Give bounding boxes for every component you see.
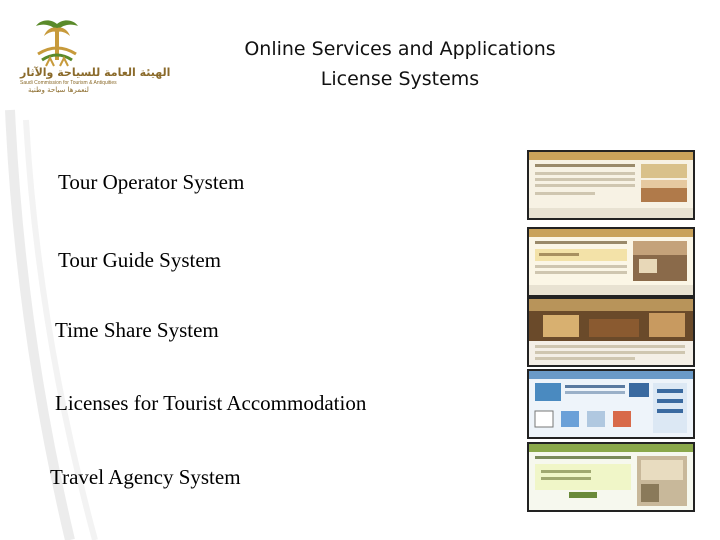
- system-label-time-share: Time Share System: [55, 318, 219, 342]
- palm-emblem-icon: [36, 20, 78, 67]
- slide-title: Online Services and Applications License…: [160, 34, 640, 94]
- system-label-tourist-accommodation: Licenses for Tourist Accommodation: [55, 391, 367, 415]
- time-share-screenshot[interactable]: [527, 297, 695, 367]
- title-line-1: Online Services and Applications: [244, 38, 556, 60]
- tour-guide-screenshot[interactable]: [527, 227, 695, 297]
- travel-agency-screenshot[interactable]: [527, 442, 695, 512]
- logo-arabic-slogan: لنعمرها سياحة وطنية: [28, 86, 89, 94]
- tour-operator-screenshot[interactable]: [527, 150, 695, 220]
- system-label-travel-agency: Travel Agency System: [50, 465, 241, 489]
- system-label-tour-operator: Tour Operator System: [58, 170, 245, 194]
- system-label-tour-guide: Tour Guide System: [58, 248, 222, 272]
- tourist-accommodation-screenshot[interactable]: [527, 369, 695, 439]
- title-line-2: License Systems: [320, 68, 480, 90]
- logo-arabic-name: الهيئة العامة للسياحة والآثار: [20, 66, 171, 79]
